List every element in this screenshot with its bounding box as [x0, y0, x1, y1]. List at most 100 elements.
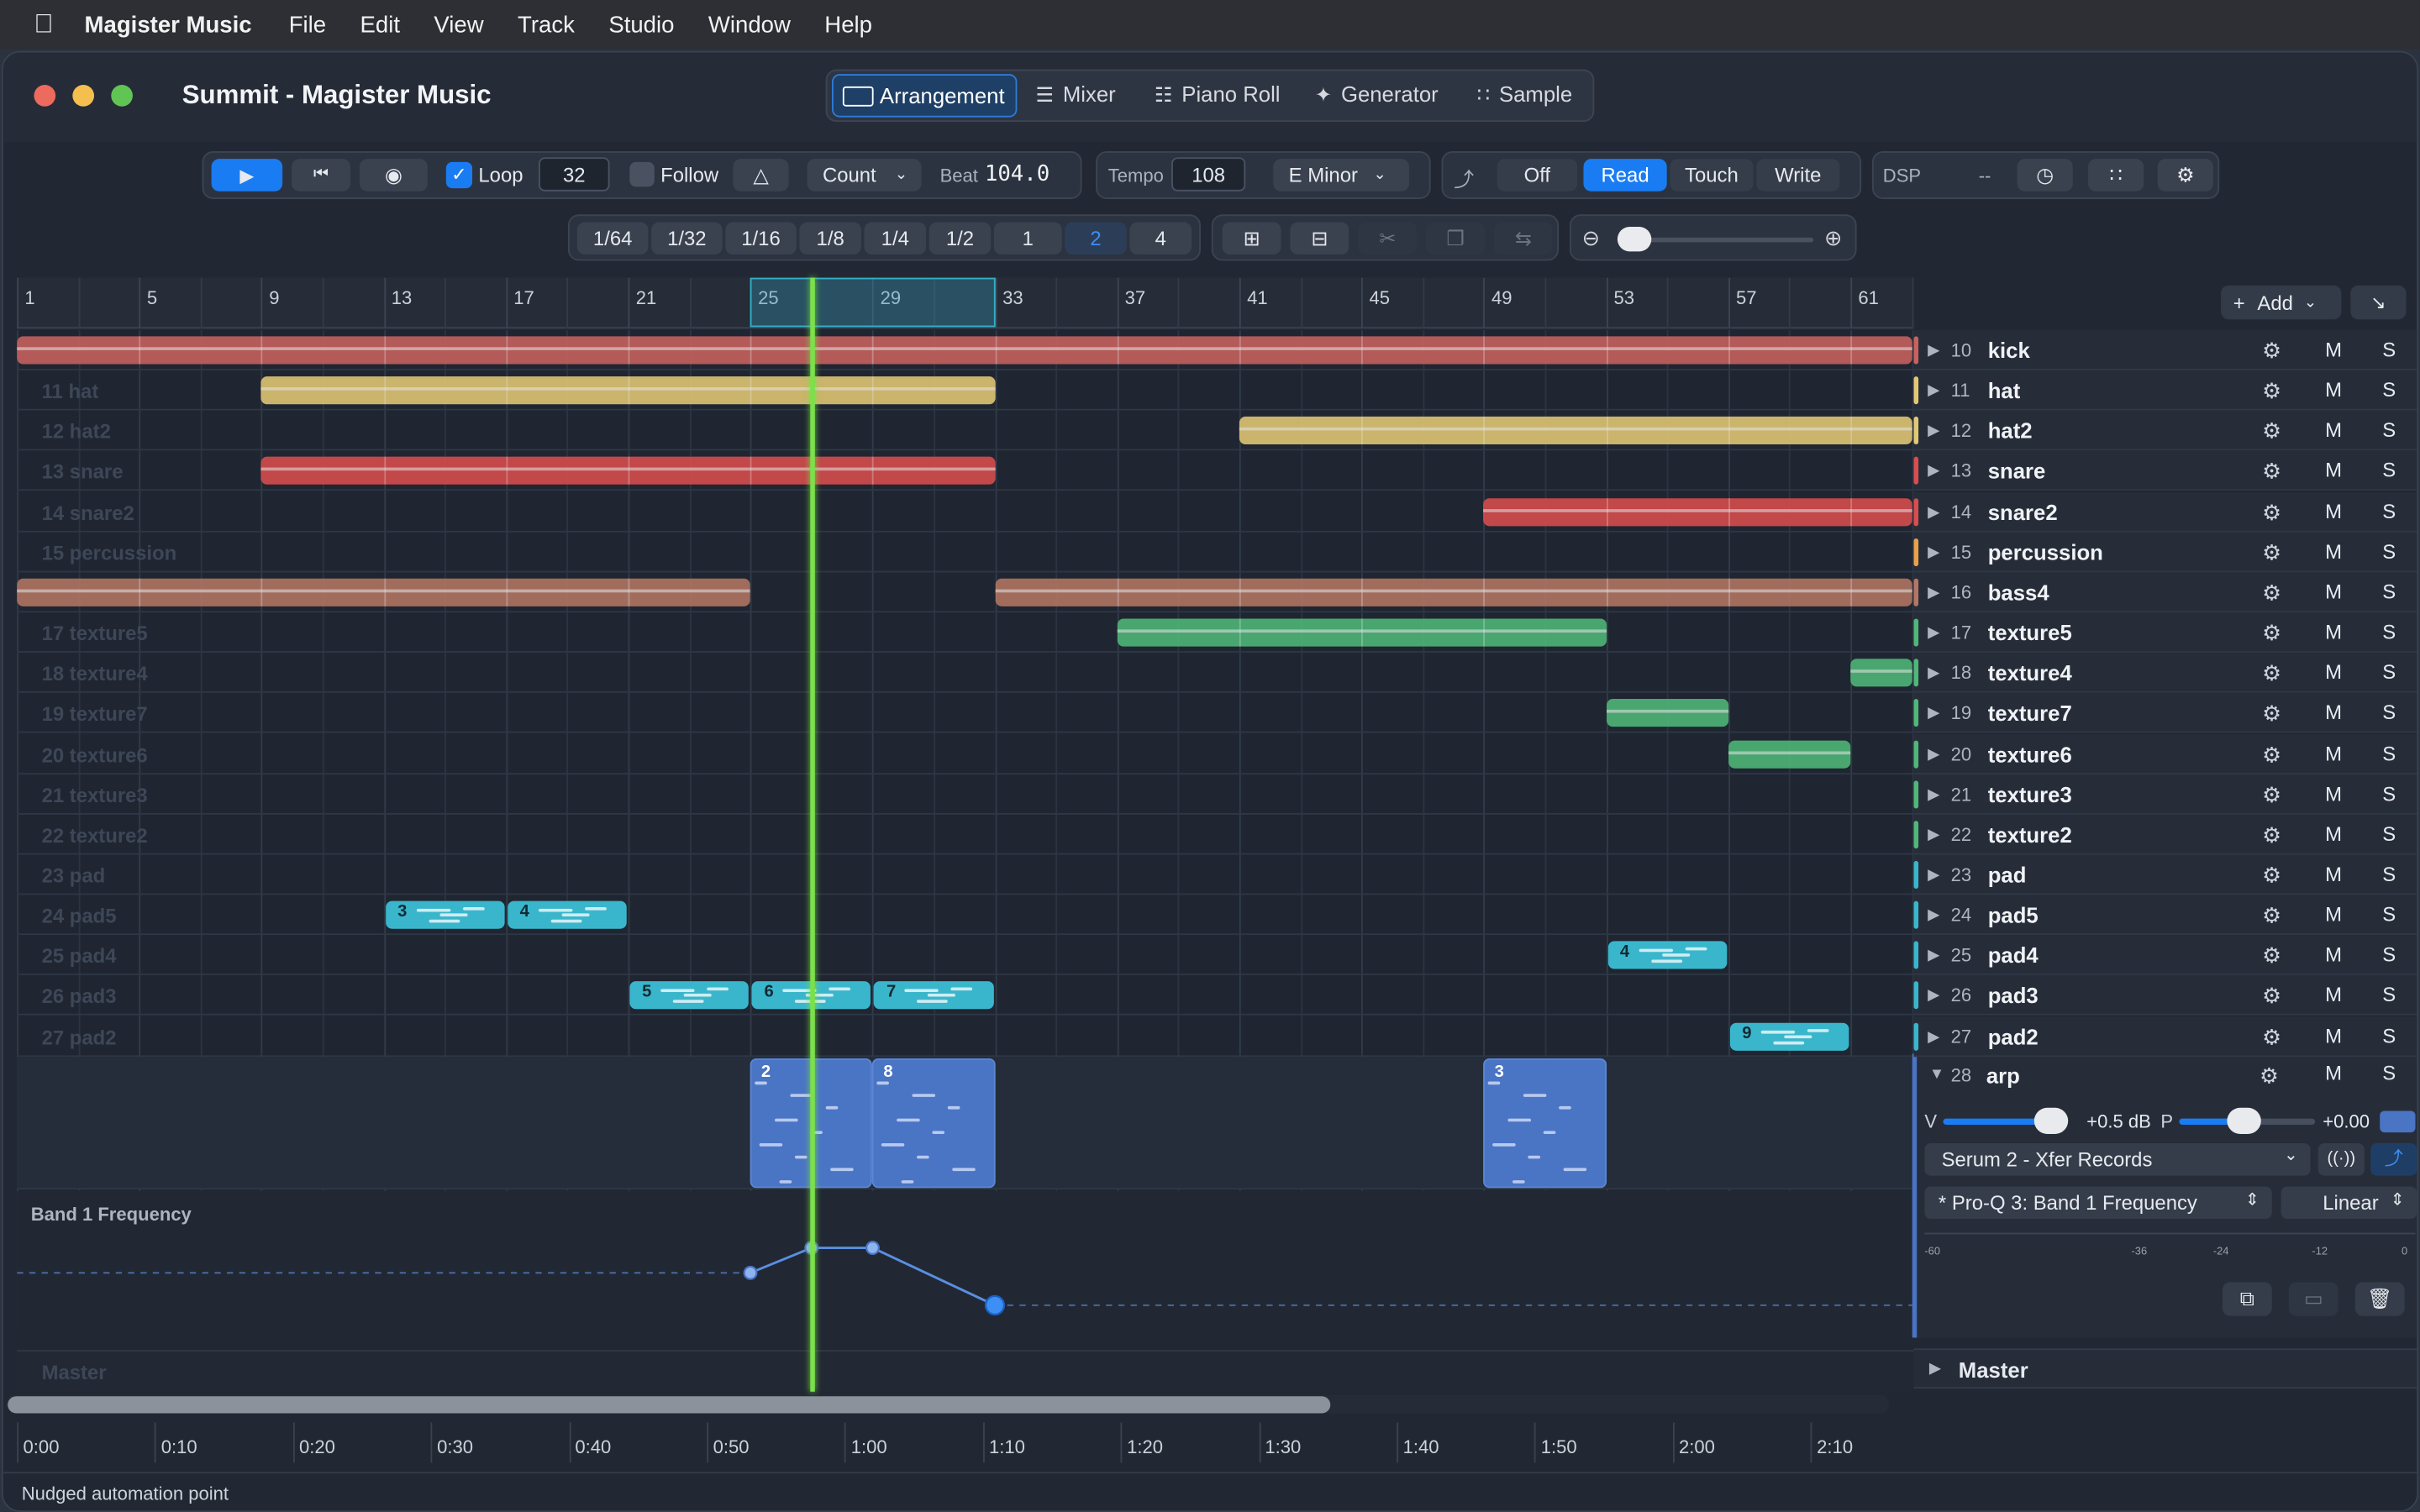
track-expand-icon[interactable]: ▶ — [1928, 786, 1939, 803]
track-expand-icon[interactable]: ▶ — [1928, 625, 1939, 642]
mute-button[interactable]: M — [2312, 579, 2354, 606]
metronome-button[interactable]: △ — [733, 159, 789, 192]
menu-window[interactable]: Window — [708, 12, 791, 38]
mute-button[interactable]: M — [2312, 942, 2354, 969]
track-lane[interactable]: 18 texture4 — [17, 653, 1914, 694]
tab-generator[interactable]: ✦ Generator — [1315, 81, 1439, 108]
add-bar-button[interactable]: ⊞ — [1222, 222, 1281, 255]
delete-button[interactable]: 🗑 — [2354, 1282, 2405, 1316]
track-header[interactable]: ▶ 16 bass4 ⚙ M S — [1913, 572, 2417, 612]
track-expand-icon[interactable]: ▶ — [1928, 665, 1939, 682]
menu-track[interactable]: Track — [518, 12, 575, 38]
duplicate-icon[interactable]: ❐ — [1426, 222, 1485, 255]
analyzer-button[interactable]: ∷ — [2088, 159, 2144, 192]
track-header[interactable]: ▶ 17 texture5 ⚙ M S — [1913, 612, 2417, 654]
automation-point[interactable] — [865, 1240, 880, 1255]
zoom-slider-thumb[interactable] — [1617, 226, 1652, 252]
close-button[interactable] — [34, 85, 56, 107]
zoom-out-icon[interactable]: ⊖ — [1582, 225, 1601, 251]
track-expand-icon[interactable]: ▶ — [1928, 867, 1939, 884]
paste-button[interactable]: ▭ — [2288, 1282, 2338, 1316]
track-header[interactable]: ▶ 27 pad2 ⚙ M S — [1913, 1016, 2417, 1057]
tempo-field[interactable]: 108 — [1171, 157, 1246, 192]
master-expand-icon[interactable]: ▶ — [1929, 1361, 1941, 1378]
track-expand-icon[interactable]: ▶ — [1928, 827, 1939, 843]
apple-icon[interactable]:  — [34, 9, 53, 40]
pattern-clip[interactable]: 4 — [1607, 941, 1727, 969]
gear-icon[interactable]: ⚙ — [2260, 459, 2284, 483]
loop-length-field[interactable]: 32 — [539, 157, 610, 192]
solo-button[interactable]: S — [2368, 498, 2411, 526]
clip[interactable] — [994, 578, 1912, 606]
volume-slider-thumb[interactable] — [2033, 1107, 2069, 1134]
menu-view[interactable]: View — [434, 12, 483, 38]
tab-mixer[interactable]: ☰ Mixer — [1035, 81, 1115, 108]
pattern-clip[interactable]: 9 — [1729, 1021, 1849, 1050]
mute-button[interactable]: M — [2312, 336, 2354, 364]
automation-point[interactable] — [743, 1265, 758, 1280]
gear-icon[interactable]: ⚙ — [2260, 782, 2284, 806]
gear-icon[interactable]: ⚙ — [2260, 943, 2284, 968]
curve-dropdown[interactable]: Linear ⇕ — [2281, 1186, 2417, 1220]
solo-button[interactable]: S — [2368, 619, 2411, 647]
gear-icon[interactable]: ⚙ — [2260, 701, 2284, 726]
solo-button[interactable]: S — [2368, 700, 2411, 727]
gear-icon[interactable]: ⚙ — [2260, 338, 2284, 362]
clip[interactable] — [17, 578, 750, 606]
mute-button[interactable]: M — [2312, 619, 2354, 647]
pan-slider-thumb[interactable] — [2227, 1107, 2261, 1134]
solo-button[interactable]: S — [2368, 417, 2411, 444]
track-expand-icon[interactable]: ▶ — [1928, 988, 1939, 1005]
mute-button[interactable]: M — [2312, 498, 2354, 526]
clip[interactable] — [1728, 739, 1851, 768]
automation-param-dropdown[interactable]: * Pro-Q 3: Band 1 Frequency ⇕ — [1924, 1186, 2272, 1220]
track-header[interactable]: ▶ 26 pad3 ⚙ M S — [1913, 975, 2417, 1016]
track-expand-icon[interactable]: ▶ — [1928, 504, 1939, 521]
arp-mute-button[interactable]: M — [2312, 1062, 2354, 1089]
track-expand-icon[interactable]: ▶ — [1928, 746, 1939, 763]
pattern-clip[interactable]: 3 — [385, 900, 505, 929]
mode-write-button[interactable]: Write — [1756, 159, 1840, 192]
solo-button[interactable]: S — [2368, 1022, 2411, 1050]
track-header[interactable]: ▶ 25 pad4 ⚙ M S — [1913, 935, 2417, 976]
arp-clip[interactable]: 3 — [1483, 1058, 1607, 1188]
track-header[interactable]: ▶ 20 texture6 ⚙ M S — [1913, 733, 2417, 774]
track-lane[interactable]: 15 percussion — [17, 532, 1914, 572]
track-expand-icon[interactable]: ▶ — [1928, 383, 1939, 400]
solo-button[interactable]: S — [2368, 982, 2411, 1010]
tab-arrangement[interactable]: Arrangement — [831, 74, 1018, 118]
time-ruler[interactable]: 0:00 0:10 0:20 0:30 0:40 0:50 1:00 1:10 1:20 1:30… — [17, 1422, 1913, 1465]
solo-button[interactable]: S — [2368, 942, 2411, 969]
mute-button[interactable]: M — [2312, 780, 2354, 808]
loop-checkbox[interactable]: ✓ — [445, 161, 473, 189]
gear-icon[interactable]: ⚙ — [2260, 863, 2284, 887]
grid-1-8[interactable]: 1/8 — [799, 222, 861, 255]
clip[interactable] — [1850, 659, 1912, 687]
instrument-dropdown[interactable]: Serum 2 - Xfer Records ⌄ — [1924, 1143, 2311, 1176]
track-header[interactable]: ▶ 24 pad5 ⚙ M S — [1913, 895, 2417, 936]
menu-file[interactable]: File — [289, 12, 326, 38]
play-button[interactable]: ▶ — [211, 159, 283, 192]
arp-clip[interactable]: 8 — [872, 1058, 995, 1188]
track-expand-icon[interactable]: ▶ — [1928, 464, 1939, 480]
record-button[interactable]: ◉ — [359, 159, 428, 192]
menu-app-name[interactable]: Magister Music — [85, 12, 252, 38]
tab-sample[interactable]: ∷ Sample — [1477, 81, 1572, 108]
mute-button[interactable]: M — [2312, 1022, 2354, 1050]
grid-1-64[interactable]: 1/64 — [576, 222, 649, 255]
gear-icon[interactable]: ⚙ — [2260, 580, 2284, 604]
gear-icon[interactable]: ⚙ — [2260, 378, 2284, 402]
collapse-button[interactable]: ↘ — [2350, 285, 2407, 320]
bar-ruler[interactable]: 1 5 9 13 17 21 25 29 33 37 41 45 49 53 57 61 — [17, 277, 1914, 329]
solo-button[interactable]: S — [2368, 821, 2411, 848]
track-expand-icon[interactable]: ▶ — [1928, 948, 1939, 964]
arp-color-swatch[interactable] — [2380, 1110, 2416, 1133]
zoom-in-icon[interactable]: ⊕ — [1824, 225, 1843, 251]
mute-button[interactable]: M — [2312, 740, 2354, 768]
mute-button[interactable]: M — [2312, 861, 2354, 889]
follow-checkbox[interactable] — [629, 161, 655, 187]
clip[interactable] — [261, 376, 995, 405]
solo-button[interactable]: S — [2368, 901, 2411, 929]
track-expand-icon[interactable]: ▶ — [1928, 706, 1939, 722]
loop-region[interactable] — [750, 277, 995, 328]
